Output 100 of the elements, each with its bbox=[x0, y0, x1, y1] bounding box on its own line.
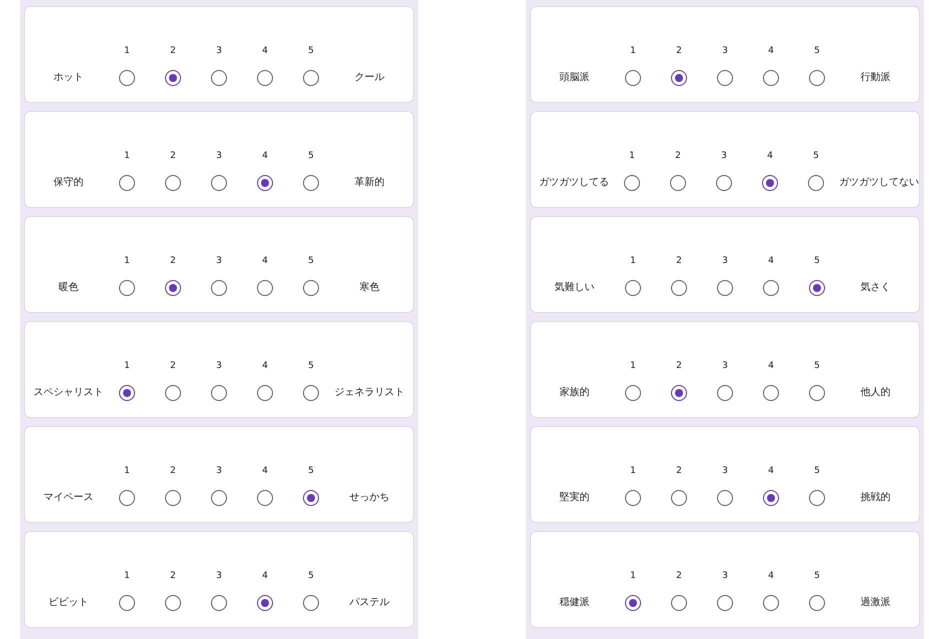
scale-number: 5 bbox=[814, 46, 820, 56]
radio-button[interactable] bbox=[763, 385, 779, 401]
radio-button[interactable] bbox=[717, 595, 733, 611]
radio-button[interactable] bbox=[671, 595, 687, 611]
radio-button[interactable] bbox=[119, 175, 135, 191]
scale-number: 3 bbox=[722, 361, 728, 371]
radio-button[interactable] bbox=[303, 280, 319, 296]
scale-number: 2 bbox=[170, 361, 176, 371]
radio-button[interactable] bbox=[717, 280, 733, 296]
radio-button[interactable] bbox=[671, 490, 687, 506]
scale-number: 1 bbox=[124, 571, 130, 581]
scale-left-label: ホット bbox=[54, 71, 84, 85]
scale-left-label: スペシャリスト bbox=[34, 386, 104, 400]
radio-button[interactable] bbox=[671, 70, 687, 86]
scale-number: 5 bbox=[308, 151, 314, 161]
radio-button[interactable] bbox=[763, 595, 779, 611]
radio-button[interactable] bbox=[165, 280, 181, 296]
radio-button[interactable] bbox=[211, 595, 227, 611]
scale-number: 2 bbox=[170, 466, 176, 476]
scale-number: 1 bbox=[629, 151, 635, 161]
radio-button[interactable] bbox=[763, 70, 779, 86]
radio-button[interactable] bbox=[763, 490, 779, 506]
radio-button[interactable] bbox=[716, 175, 732, 191]
scale-number: 2 bbox=[676, 466, 682, 476]
radio-button[interactable] bbox=[119, 280, 135, 296]
radio-button[interactable] bbox=[211, 280, 227, 296]
scale-number: 1 bbox=[124, 46, 130, 56]
radio-button[interactable] bbox=[165, 385, 181, 401]
radio-button[interactable] bbox=[119, 70, 135, 86]
radio-button[interactable] bbox=[625, 70, 641, 86]
radio-button[interactable] bbox=[809, 70, 825, 86]
radio-button[interactable] bbox=[809, 490, 825, 506]
radio-button[interactable] bbox=[165, 490, 181, 506]
radio-button[interactable] bbox=[717, 70, 733, 86]
scale-number: 5 bbox=[308, 571, 314, 581]
scale-left-label: 保守的 bbox=[54, 176, 84, 190]
scale-number: 4 bbox=[262, 151, 268, 161]
radio-button[interactable] bbox=[809, 595, 825, 611]
radio-button[interactable] bbox=[211, 385, 227, 401]
scale-number: 3 bbox=[216, 361, 222, 371]
scale-number: 1 bbox=[124, 256, 130, 266]
radio-button[interactable] bbox=[670, 175, 686, 191]
scale-left-label: 頭脳派 bbox=[560, 70, 590, 85]
radio-button[interactable] bbox=[808, 175, 824, 191]
radio-button[interactable] bbox=[717, 490, 733, 506]
radio-button[interactable] bbox=[257, 280, 273, 296]
radio-button[interactable] bbox=[211, 70, 227, 86]
radio-button[interactable] bbox=[625, 490, 641, 506]
radio-button[interactable] bbox=[257, 175, 273, 191]
radio-button[interactable] bbox=[717, 385, 733, 401]
scale-right-label: 挑戦的 bbox=[860, 490, 890, 505]
radio-button[interactable] bbox=[809, 385, 825, 401]
scale-number: 4 bbox=[768, 571, 774, 581]
radio-button[interactable] bbox=[624, 175, 640, 191]
radio-button[interactable] bbox=[165, 595, 181, 611]
scale-number: 3 bbox=[216, 151, 222, 161]
scale-right-label: 革新的 bbox=[354, 176, 384, 190]
scale-left-label: 気難しい bbox=[554, 280, 594, 295]
radio-button[interactable] bbox=[625, 385, 641, 401]
scale-number: 4 bbox=[768, 361, 774, 371]
radio-button[interactable] bbox=[257, 595, 273, 611]
radio-button[interactable] bbox=[625, 280, 641, 296]
scale-number: 3 bbox=[216, 46, 222, 56]
radio-button[interactable] bbox=[303, 490, 319, 506]
radio-button[interactable] bbox=[809, 280, 825, 296]
scale-number: 3 bbox=[216, 256, 222, 266]
radio-button[interactable] bbox=[119, 385, 135, 401]
radio-button[interactable] bbox=[165, 175, 181, 191]
scale-right-label: 他人的 bbox=[860, 386, 890, 400]
radio-button[interactable] bbox=[165, 70, 181, 86]
radio-button[interactable] bbox=[763, 280, 779, 296]
scale-number: 4 bbox=[767, 151, 773, 161]
radio-button[interactable] bbox=[211, 490, 227, 506]
radio-button[interactable] bbox=[119, 595, 135, 611]
scale-number: 5 bbox=[813, 151, 819, 161]
radio-button[interactable] bbox=[303, 595, 319, 611]
scale-number: 1 bbox=[630, 571, 636, 581]
scale-number: 5 bbox=[814, 361, 820, 371]
scale-right-label: ガツガツしてない bbox=[839, 176, 919, 190]
scale-number: 3 bbox=[721, 151, 727, 161]
scale-number: 4 bbox=[262, 466, 268, 476]
scale-number: 1 bbox=[630, 466, 636, 476]
radio-button[interactable] bbox=[119, 490, 135, 506]
radio-button[interactable] bbox=[303, 385, 319, 401]
radio-button[interactable] bbox=[257, 490, 273, 506]
radio-button[interactable] bbox=[303, 175, 319, 191]
radio-button[interactable] bbox=[671, 280, 687, 296]
radio-button[interactable] bbox=[671, 385, 687, 401]
radio-button[interactable] bbox=[257, 385, 273, 401]
scale-number: 3 bbox=[722, 46, 728, 56]
radio-button[interactable] bbox=[211, 175, 227, 191]
radio-button[interactable] bbox=[257, 70, 273, 86]
scale-left-label: 暖色 bbox=[58, 280, 78, 295]
radio-button[interactable] bbox=[625, 595, 641, 611]
radio-button[interactable] bbox=[303, 70, 319, 86]
radio-button[interactable] bbox=[762, 175, 778, 191]
scale-number: 1 bbox=[124, 466, 130, 476]
scale-number: 5 bbox=[814, 571, 820, 581]
scale-number: 4 bbox=[262, 46, 268, 56]
scale-right-label: せっかち bbox=[350, 491, 390, 505]
